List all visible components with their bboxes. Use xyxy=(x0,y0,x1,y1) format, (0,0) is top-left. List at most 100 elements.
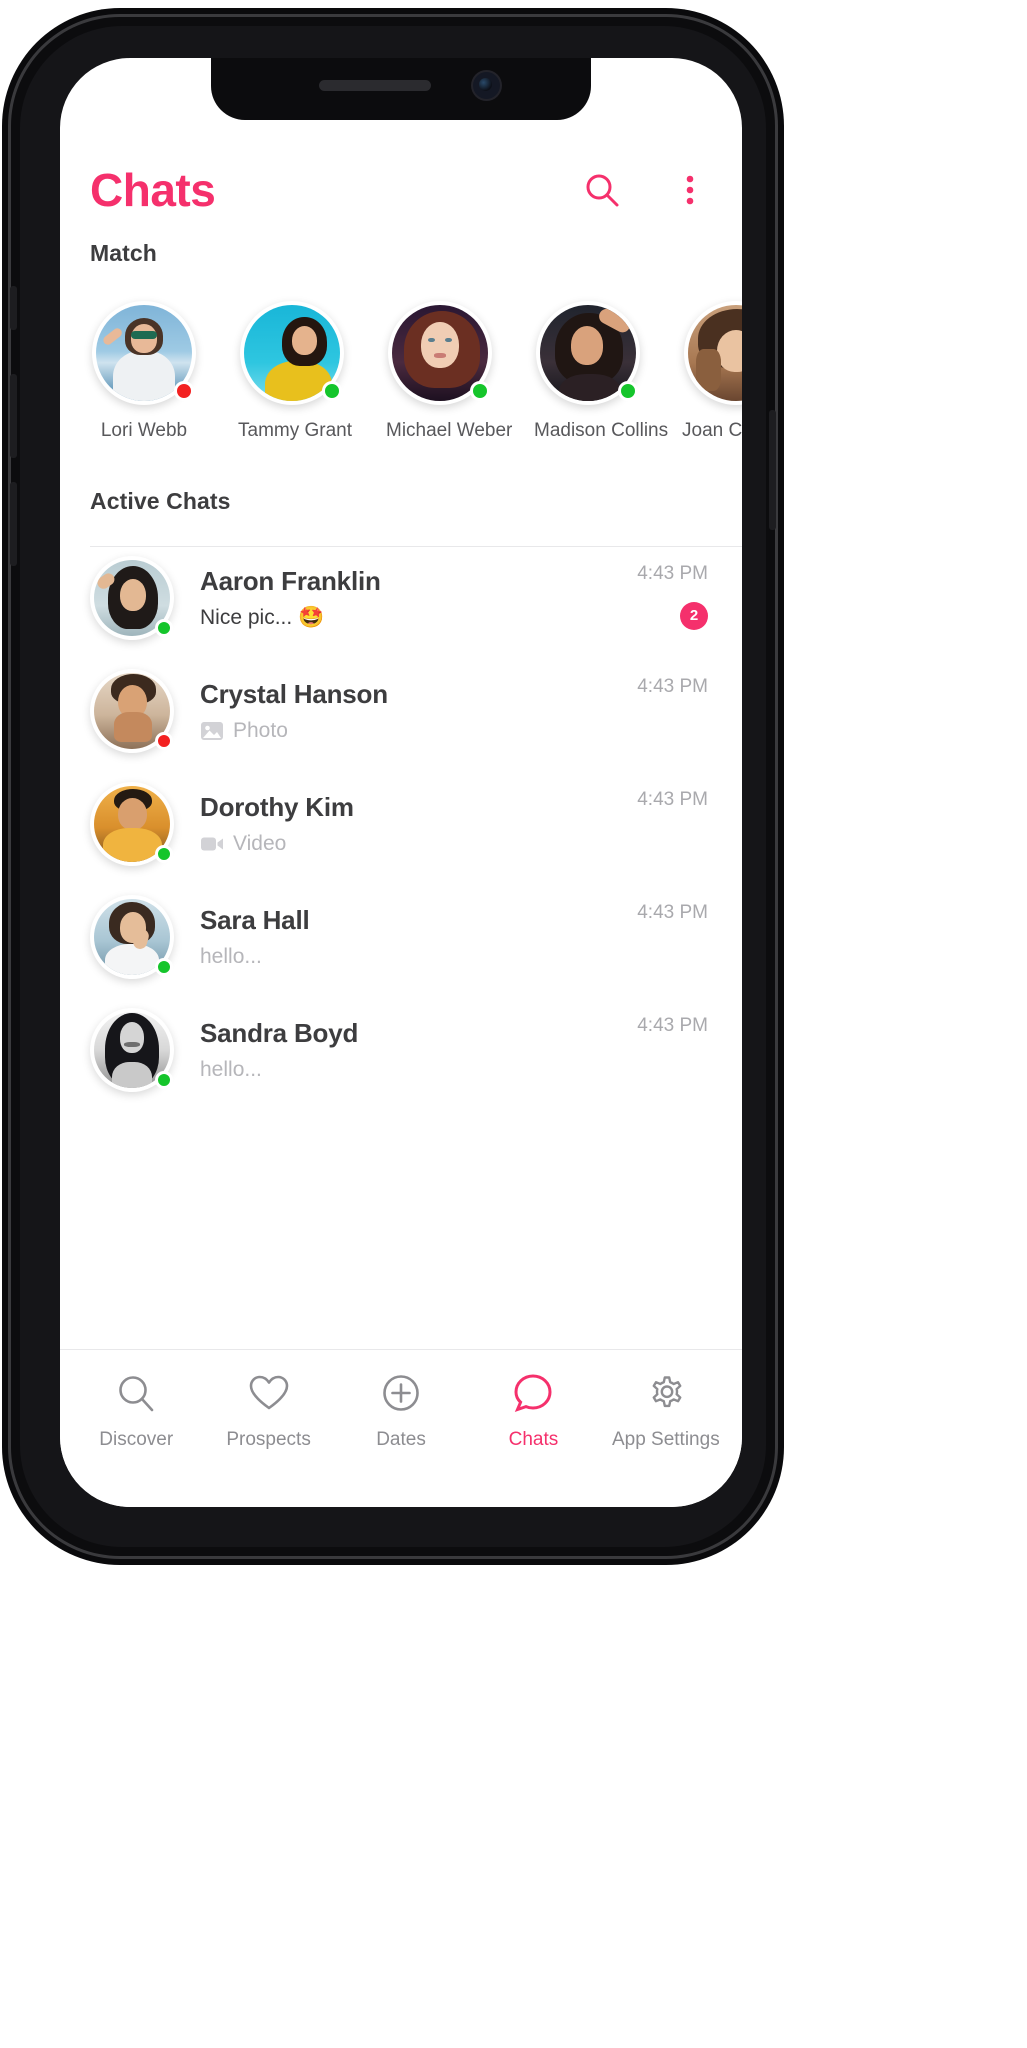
chat-meta: 4:43 PM xyxy=(612,894,708,979)
match-item[interactable]: Joan Cooper xyxy=(682,301,742,442)
match-carousel[interactable]: Lori Webb Tammy Grant Michael Weber Madi… xyxy=(60,267,742,442)
chat-bubble-icon xyxy=(511,1372,555,1416)
chat-timestamp: 4:43 PM xyxy=(637,675,708,697)
chat-body: Crystal Hanson Photo xyxy=(174,679,612,743)
tab-label: Discover xyxy=(99,1429,174,1450)
chat-preview-text: Nice pic... 🤩 xyxy=(200,605,325,629)
power-button[interactable] xyxy=(769,410,776,530)
badge-slot xyxy=(612,1051,708,1085)
tab-discover[interactable]: Discover xyxy=(70,1372,202,1507)
avatar[interactable] xyxy=(90,555,174,640)
chat-name: Aaron Franklin xyxy=(200,565,381,596)
match-section: Match Lori Webb Tammy Grant Michael Webe… xyxy=(60,240,742,547)
chat-body: Sara Hall hello... xyxy=(174,905,612,969)
overflow-menu-icon[interactable] xyxy=(672,172,708,208)
status-dot-offline xyxy=(174,381,194,401)
chat-list-item[interactable]: Aaron Franklin Nice pic... 🤩 4:43 PM 2 xyxy=(60,541,742,654)
chat-preview-text: Photo xyxy=(233,718,288,742)
avatar[interactable] xyxy=(90,1007,174,1092)
tab-dates[interactable]: Dates xyxy=(335,1372,467,1507)
tab-chats[interactable]: Chats xyxy=(467,1372,599,1507)
match-section-title: Match xyxy=(90,240,157,266)
chat-preview: hello... xyxy=(200,945,612,969)
chat-preview: hello... xyxy=(200,1058,612,1082)
status-dot-online xyxy=(470,381,490,401)
app-header: Chats xyxy=(60,144,742,236)
chat-preview-text: Video xyxy=(233,831,287,855)
notch xyxy=(211,58,591,120)
match-name: Michael Weber xyxy=(386,420,513,441)
match-item[interactable]: Tammy Grant xyxy=(238,301,353,442)
chat-timestamp: 4:43 PM xyxy=(637,788,708,810)
avatar[interactable] xyxy=(536,301,640,405)
status-dot-online xyxy=(155,618,173,637)
avatar[interactable] xyxy=(240,301,344,405)
avatar[interactable] xyxy=(90,781,174,866)
avatar[interactable] xyxy=(90,894,174,979)
silent-switch[interactable] xyxy=(10,286,17,330)
chat-preview: Photo xyxy=(200,719,612,743)
chat-body: Aaron Franklin Nice pic... 🤩 xyxy=(174,566,612,630)
chat-timestamp: 4:43 PM xyxy=(637,901,708,923)
badge-slot xyxy=(612,825,708,859)
status-dot-online xyxy=(155,844,173,863)
chat-meta: 4:43 PM xyxy=(612,781,708,866)
chat-name: Sara Hall xyxy=(200,904,310,935)
tab-label: Chats xyxy=(508,1429,559,1450)
plus-circle-icon xyxy=(379,1372,423,1416)
status-dot-offline xyxy=(155,731,173,750)
badge-slot xyxy=(612,712,708,746)
status-dot-online xyxy=(155,1070,173,1089)
tab-prospects[interactable]: Prospects xyxy=(202,1372,334,1507)
chat-list-item[interactable]: Dorothy Kim Video 4:43 PM xyxy=(60,767,742,880)
status-dot-online xyxy=(155,957,173,976)
match-photo-joan xyxy=(688,305,742,401)
chat-timestamp: 4:43 PM xyxy=(637,1014,708,1036)
match-name: Joan Cooper xyxy=(682,420,742,441)
search-icon xyxy=(114,1372,158,1416)
search-icon[interactable] xyxy=(584,172,620,208)
chat-body: Sandra Boyd hello... xyxy=(174,1018,612,1082)
chat-meta: 4:43 PM xyxy=(612,668,708,753)
status-dot-online xyxy=(618,381,638,401)
badge-slot: 2 xyxy=(612,599,708,633)
status-dot-online xyxy=(322,381,342,401)
earpiece-speaker-icon xyxy=(319,80,431,91)
match-item[interactable]: Madison Collins xyxy=(534,301,669,442)
phone-device-frame: Chats Match Lori Webb Tammy Grant Michae… xyxy=(8,14,778,1559)
chat-list-item[interactable]: Crystal Hanson Photo 4:43 PM xyxy=(60,654,742,767)
chat-list-item[interactable]: Sandra Boyd hello... 4:43 PM xyxy=(60,993,742,1106)
chat-list-item[interactable]: Sara Hall hello... 4:43 PM xyxy=(60,880,742,993)
video-icon xyxy=(200,834,224,854)
tab-label: App Settings xyxy=(611,1429,720,1450)
chat-name: Crystal Hanson xyxy=(200,678,388,709)
match-item[interactable]: Lori Webb xyxy=(90,301,198,442)
avatar[interactable] xyxy=(684,301,742,405)
photo-icon xyxy=(200,721,224,741)
match-name: Madison Collins xyxy=(534,420,669,441)
heart-icon xyxy=(247,1372,291,1416)
match-item[interactable]: Michael Weber xyxy=(386,301,513,442)
chat-preview: Nice pic... 🤩 xyxy=(200,606,612,630)
chat-preview: Video xyxy=(200,832,612,856)
badge-slot xyxy=(612,938,708,972)
avatar[interactable] xyxy=(92,301,196,405)
chat-list: Aaron Franklin Nice pic... 🤩 4:43 PM 2 C… xyxy=(60,541,742,1106)
volume-up-button[interactable] xyxy=(10,374,17,458)
chat-body: Dorothy Kim Video xyxy=(174,792,612,856)
bottom-tab-bar: Discover Prospects Dates Chats App Setti… xyxy=(60,1349,742,1507)
tab-label: Prospects xyxy=(226,1429,311,1450)
active-chats-title: Active Chats xyxy=(90,488,231,514)
avatar[interactable] xyxy=(388,301,492,405)
volume-down-button[interactable] xyxy=(10,482,17,566)
tab-app-settings[interactable]: App Settings xyxy=(600,1372,732,1507)
header-actions xyxy=(584,172,708,208)
match-name: Tammy Grant xyxy=(238,420,353,441)
avatar[interactable] xyxy=(90,668,174,753)
gear-icon xyxy=(644,1372,688,1416)
chat-meta: 4:43 PM 2 xyxy=(612,555,708,640)
chat-preview-text: hello... xyxy=(200,944,262,968)
tab-label: Dates xyxy=(376,1429,426,1450)
phone-screen: Chats Match Lori Webb Tammy Grant Michae… xyxy=(60,58,742,1507)
chat-timestamp: 4:43 PM xyxy=(637,562,708,584)
